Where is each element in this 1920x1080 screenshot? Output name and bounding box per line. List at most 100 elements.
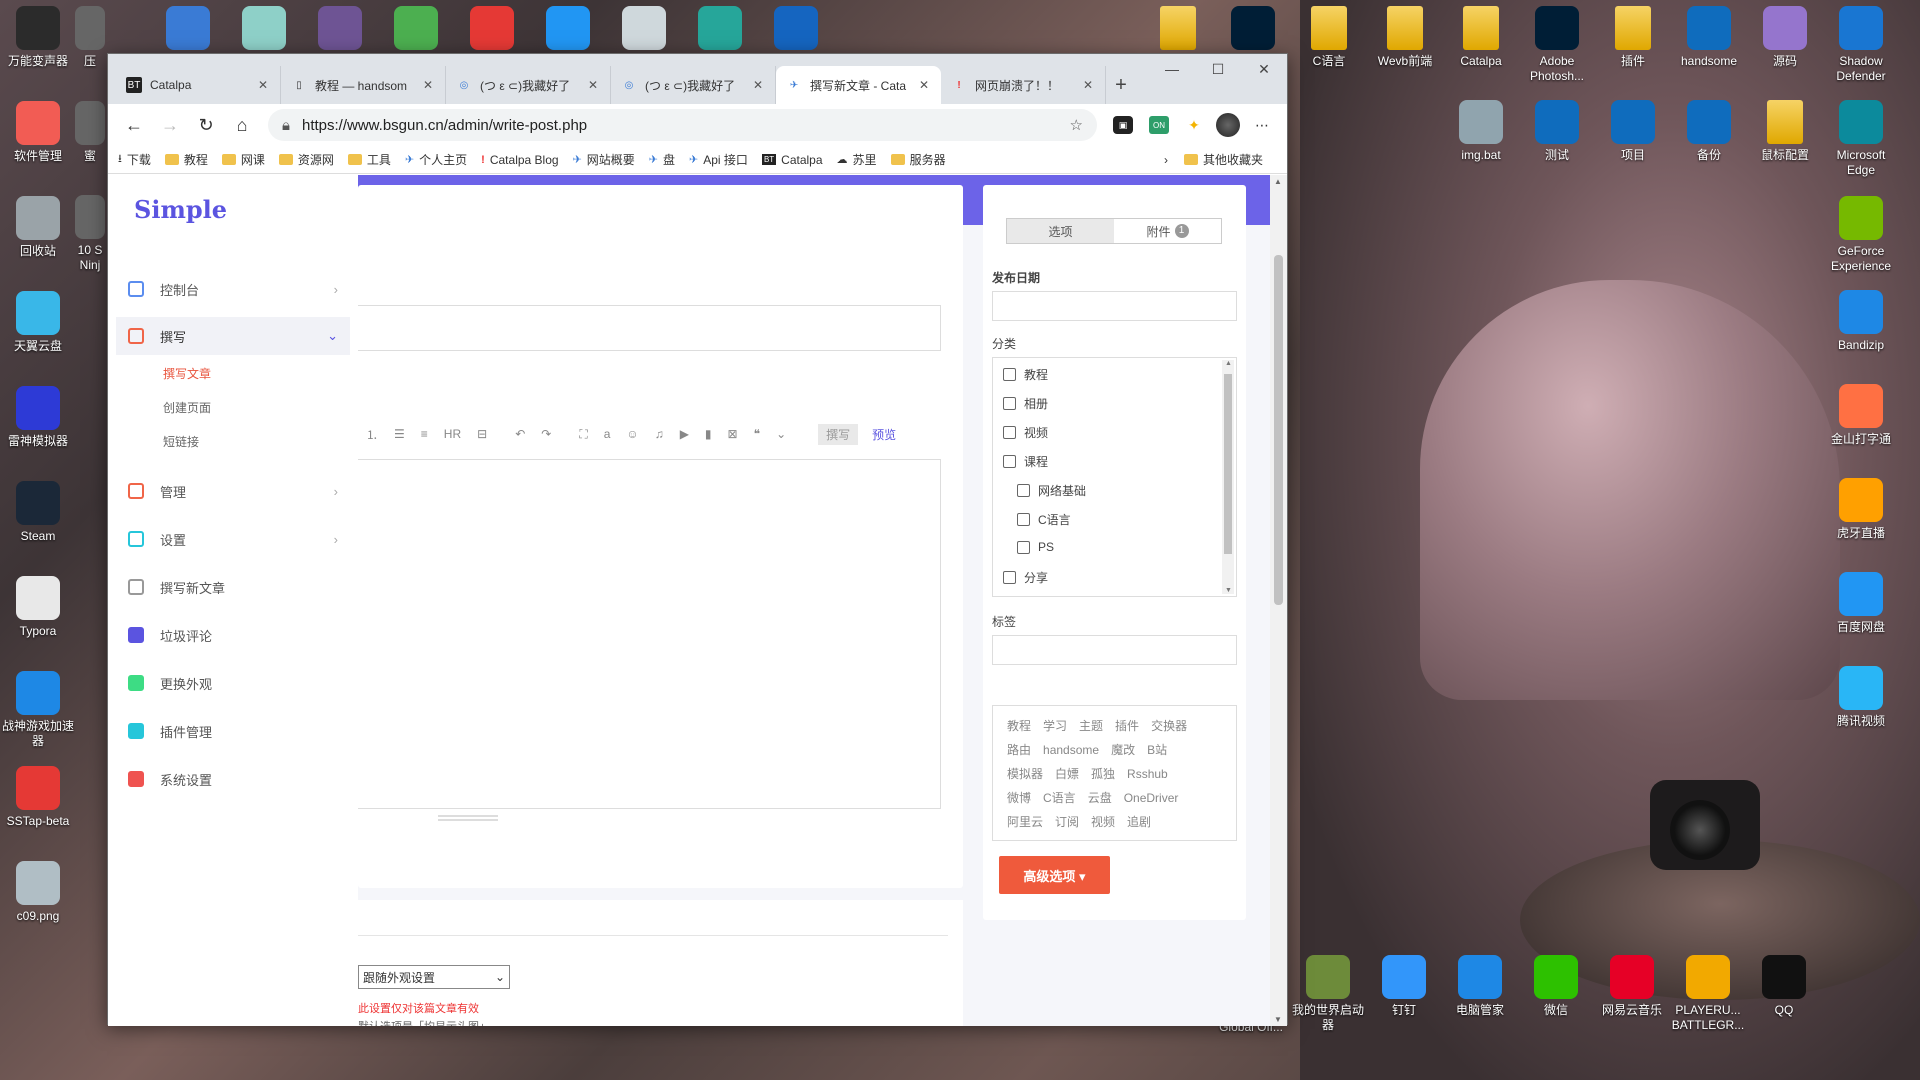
advanced-options-button[interactable]: 高级选项 ▾ bbox=[999, 856, 1110, 894]
bookmark-item[interactable]: ☁ 苏里 bbox=[837, 151, 877, 168]
bookmark-item[interactable]: ✈ 个人主页 bbox=[405, 151, 467, 168]
extension-icon[interactable]: ▣ bbox=[1113, 116, 1133, 134]
close-tab-icon[interactable]: ✕ bbox=[1081, 78, 1095, 92]
desktop-icon[interactable]: 钉钉 bbox=[1366, 955, 1442, 1018]
redo-icon[interactable]: ↷ bbox=[541, 427, 551, 441]
submenu-item[interactable]: 创建页面 bbox=[163, 391, 358, 425]
tag-chip[interactable]: 阿里云 bbox=[1007, 815, 1043, 829]
tag-chip[interactable]: 孤独 bbox=[1091, 767, 1115, 781]
font-icon[interactable]: a bbox=[604, 427, 611, 441]
extension-spark-icon[interactable]: ✦ bbox=[1177, 109, 1211, 141]
desktop-icon[interactable]: 战神游戏加速器 bbox=[0, 671, 76, 749]
sidebar-item[interactable]: 垃圾评论 bbox=[108, 611, 358, 659]
maximize-icon[interactable]: ☐ bbox=[1195, 54, 1241, 84]
desktop-icon[interactable]: 项目 bbox=[1595, 100, 1671, 163]
submenu-item[interactable]: 撰写文章 bbox=[163, 357, 358, 391]
tag-chip[interactable]: C语言 bbox=[1043, 791, 1076, 805]
category-scroll-thumb[interactable] bbox=[1224, 374, 1232, 554]
hr-icon[interactable]: HR bbox=[444, 427, 461, 441]
emoji-icon[interactable]: ☺ bbox=[626, 427, 638, 441]
sidebar-item[interactable]: 更换外观 bbox=[108, 659, 358, 707]
tag-input[interactable] bbox=[992, 635, 1237, 665]
category-checkbox[interactable] bbox=[1017, 540, 1030, 554]
desktop-icon[interactable]: 源码 bbox=[1747, 6, 1823, 69]
desktop-icon[interactable]: c09.png bbox=[0, 861, 76, 924]
desktop-icon[interactable]: 万能变声器 bbox=[0, 6, 76, 69]
bookmark-item[interactable]: 服务器 bbox=[890, 151, 946, 168]
desktop-icon-top[interactable] bbox=[302, 6, 378, 54]
desktop-icon[interactable]: Adobe Photosh... bbox=[1519, 6, 1595, 84]
category-checkbox[interactable] bbox=[1017, 484, 1030, 497]
desktop-icon-top[interactable] bbox=[758, 6, 834, 54]
scroll-up-icon[interactable]: ▲ bbox=[1274, 177, 1282, 186]
desktop-icon-top[interactable] bbox=[226, 6, 302, 54]
scroll-down-icon[interactable]: ▼ bbox=[1274, 1015, 1282, 1024]
category-item[interactable]: 相册 bbox=[1003, 395, 1048, 412]
desktop-icon[interactable]: 雷神模拟器 bbox=[0, 386, 76, 449]
category-checkbox[interactable] bbox=[1017, 513, 1030, 526]
submenu-item[interactable]: 短链接 bbox=[163, 425, 358, 459]
tag-chip[interactable]: 交换器 bbox=[1151, 719, 1187, 733]
tag-chip[interactable]: 教程 bbox=[1007, 719, 1031, 733]
tab-attachments[interactable]: 附件 1 bbox=[1114, 219, 1221, 243]
tag-chip[interactable]: 插件 bbox=[1115, 719, 1139, 733]
tag-chip[interactable]: B站 bbox=[1147, 743, 1167, 757]
category-scrollbar[interactable]: ▲ ▼ bbox=[1222, 360, 1234, 594]
desktop-icon[interactable]: QQ bbox=[1746, 955, 1822, 1018]
back-icon[interactable]: ← bbox=[116, 109, 152, 141]
header-image-select[interactable]: 跟随外观设置 ⌄ bbox=[358, 965, 510, 989]
tag-chip[interactable]: 追剧 bbox=[1127, 815, 1151, 829]
category-item[interactable]: 分享 bbox=[1003, 569, 1048, 586]
desktop-icon[interactable]: 虎牙直播 bbox=[1823, 478, 1899, 541]
extension-on-icon[interactable]: ON bbox=[1149, 116, 1169, 134]
desktop-icon[interactable]: 测试 bbox=[1519, 100, 1595, 163]
bookmark-item[interactable]: 网课 bbox=[221, 151, 265, 168]
sidebar-item[interactable]: 控制台 › bbox=[108, 265, 358, 313]
desktop-icon[interactable]: 软件管理 bbox=[0, 101, 76, 164]
category-checkbox[interactable] bbox=[1003, 571, 1016, 584]
bookmark-item[interactable]: ✈ Api 接口 bbox=[689, 151, 748, 168]
desktop-icon[interactable]: handsome bbox=[1671, 6, 1747, 69]
category-item[interactable]: C语言 bbox=[1017, 511, 1071, 528]
more-menu-icon[interactable]: ⋯ bbox=[1245, 109, 1279, 141]
desktop-icon-top[interactable] bbox=[606, 6, 682, 54]
ordered-list-icon[interactable]: ⒈ bbox=[366, 426, 378, 443]
desktop-icon[interactable]: Microsoft Edge bbox=[1823, 100, 1899, 178]
browser-tab[interactable]: ◎ (つ ε ⊂)我藏好了 ✕ bbox=[446, 66, 611, 104]
sidebar-item[interactable]: 设置 › bbox=[108, 515, 358, 563]
bookmark-item[interactable]: 教程 bbox=[164, 151, 208, 168]
bookmark-item[interactable]: BT Catalpa bbox=[761, 153, 823, 167]
tag-chip[interactable]: Rsshub bbox=[1127, 767, 1168, 781]
close-tab-icon[interactable]: ✕ bbox=[421, 78, 435, 92]
site-logo[interactable]: Simple bbox=[134, 195, 358, 265]
desktop-icon[interactable]: Wevb前端 bbox=[1367, 6, 1443, 69]
new-tab-button[interactable]: + bbox=[1106, 66, 1136, 104]
desktop-icon-top[interactable] bbox=[454, 6, 530, 54]
bookmark-item[interactable]: ! Catalpa Blog bbox=[481, 153, 558, 167]
tab-options[interactable]: 选项 bbox=[1007, 219, 1114, 243]
desktop-icon[interactable]: 微信 bbox=[1518, 955, 1594, 1018]
category-item[interactable]: 课程 bbox=[1003, 453, 1048, 470]
close-tab-icon[interactable]: ✕ bbox=[917, 78, 931, 92]
desktop-icon[interactable]: img.bat bbox=[1443, 100, 1519, 163]
tag-chip[interactable]: 微博 bbox=[1007, 791, 1031, 805]
fullscreen-icon[interactable]: ⛶ bbox=[579, 427, 587, 442]
tag-chip[interactable]: OneDriver bbox=[1124, 791, 1179, 805]
desktop-icon[interactable]: 鼠标配置 bbox=[1747, 100, 1823, 163]
other-bookmarks[interactable]: 其他收藏夹 bbox=[1183, 151, 1263, 168]
tag-chip[interactable]: 学习 bbox=[1043, 719, 1067, 733]
desktop-icon-top[interactable] bbox=[150, 6, 226, 54]
desktop-icon[interactable]: 插件 bbox=[1595, 6, 1671, 69]
category-checkbox[interactable] bbox=[1003, 426, 1016, 439]
tag-chip[interactable]: 云盘 bbox=[1088, 791, 1112, 805]
category-item[interactable]: 网络基础 bbox=[1017, 482, 1086, 499]
desktop-icon[interactable]: 腾讯视频 bbox=[1823, 666, 1899, 729]
desktop-icon[interactable]: Catalpa bbox=[1443, 6, 1519, 69]
resize-grip[interactable] bbox=[438, 815, 498, 821]
category-item[interactable]: PS bbox=[1017, 540, 1054, 554]
bookmark-item[interactable]: ✈ 网站概要 bbox=[573, 151, 635, 168]
tag-chip[interactable]: handsome bbox=[1043, 743, 1099, 757]
date-input[interactable] bbox=[992, 291, 1237, 321]
minimize-icon[interactable]: — bbox=[1149, 54, 1195, 84]
bookmarks-overflow-icon[interactable]: › bbox=[1164, 153, 1168, 167]
